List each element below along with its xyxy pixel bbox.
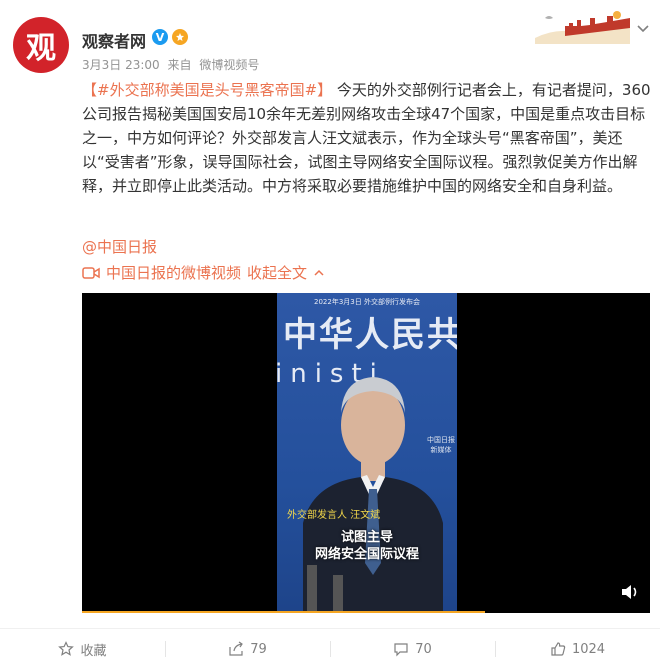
username[interactable]: 观察者网: [82, 28, 146, 52]
video-source-link[interactable]: 中国日报的微博视频: [106, 262, 241, 283]
video-camera-icon: [82, 266, 100, 279]
speaker-figure: [303, 377, 443, 611]
speaker-caption: 外交部发言人 汪文斌: [287, 510, 381, 521]
avatar-char: 观: [26, 31, 56, 66]
video-progress-bar[interactable]: [82, 611, 486, 613]
favorite-label: 收藏: [80, 643, 107, 659]
member-badge-icon[interactable]: [172, 29, 188, 45]
watermark-line2: 新媒体: [430, 446, 452, 454]
great-wall-decoration-icon: [535, 11, 630, 44]
video-player[interactable]: 2022年3月3日 外交部例行发布会 中华人民共 inisti 中国日报 新媒体…: [82, 293, 650, 613]
post-source[interactable]: 微博视频号: [199, 58, 259, 72]
repost-count: 79: [250, 641, 267, 657]
post-meta: 3月3日 23:00 来自 微博视频号: [82, 56, 263, 73]
post-time[interactable]: 3月3日 23:00: [82, 58, 160, 72]
avatar[interactable]: 观: [13, 17, 69, 73]
like-button[interactable]: 1024: [495, 629, 660, 669]
video-frame: 2022年3月3日 外交部例行发布会 中华人民共 inisti 中国日报 新媒体…: [277, 293, 457, 611]
subtitle-line2: 网络安全国际议程: [314, 547, 419, 562]
video-date-caption: 2022年3月3日 外交部例行发布会: [314, 298, 420, 306]
volume-icon[interactable]: [620, 583, 640, 601]
chevron-up-icon[interactable]: [313, 267, 325, 279]
subtitle-line1: 试图主导: [340, 530, 393, 545]
collapse-button[interactable]: 收起全文: [247, 262, 307, 283]
repost-button[interactable]: 79: [165, 629, 330, 669]
comment-icon: [394, 643, 408, 657]
action-bar: 收藏 79 70 1024: [0, 629, 660, 669]
chevron-down-icon[interactable]: [636, 22, 650, 36]
verified-icon: V: [152, 29, 168, 45]
video-watermark: 中国日报 新媒体: [427, 435, 455, 455]
watermark-line1: 中国日报: [427, 436, 455, 444]
favorite-button[interactable]: 收藏: [0, 629, 165, 669]
video-subtitle: 试图主导 网络安全国际议程: [277, 529, 457, 563]
mention-link[interactable]: @中国日报: [82, 236, 157, 257]
like-count: 1024: [571, 641, 606, 657]
topic-link[interactable]: 【#外交部称美国是头号黑客帝国#】: [82, 81, 332, 99]
share-icon: [229, 641, 244, 656]
comment-count: 70: [415, 641, 432, 657]
video-link-row: 中国日报的微博视频 收起全文: [82, 262, 325, 283]
comment-button[interactable]: 70: [330, 629, 495, 669]
like-icon: [551, 642, 566, 656]
backdrop-text-1: 中华人民共: [283, 315, 457, 355]
star-icon: [58, 641, 75, 656]
from-label: 来自: [167, 58, 192, 72]
post-content: 【#外交部称美国是头号黑客帝国#】 今天的外交部例行记者会上，有记者提问，360…: [82, 78, 652, 198]
